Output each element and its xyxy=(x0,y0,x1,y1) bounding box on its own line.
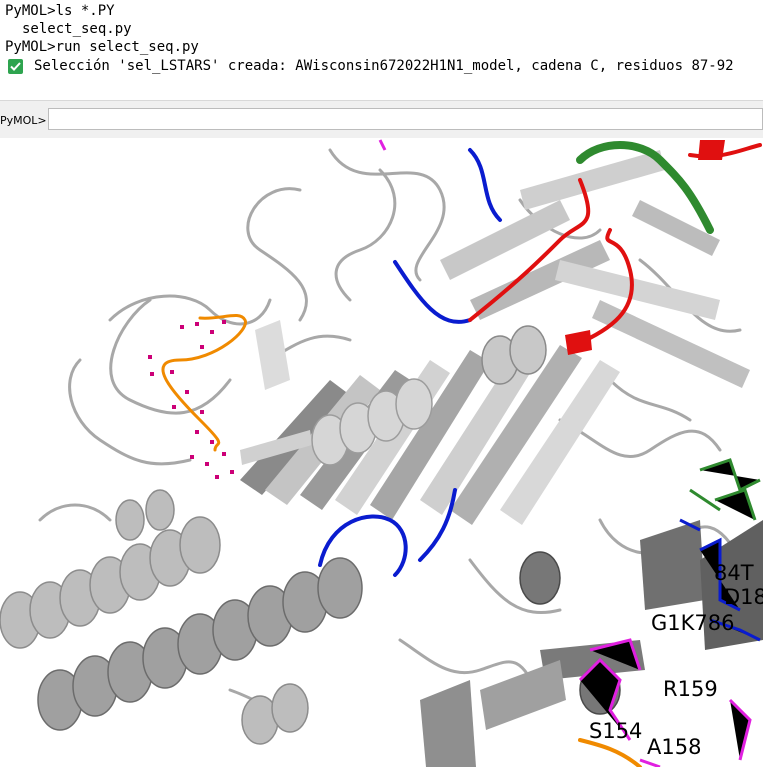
console-line: PyMOL>ls *.PY xyxy=(5,3,115,19)
console-line: PyMOL>run select_seq.py xyxy=(5,39,199,55)
residue-label: R159 xyxy=(663,677,718,701)
green-sticks xyxy=(689,458,761,521)
molecular-viewport[interactable]: 84T D18 G1K786 R159 S154 A158 xyxy=(0,138,763,767)
output-console: PyMOL>ls *.PY select_seq.py PyMOL>run se… xyxy=(0,0,763,100)
command-input[interactable] xyxy=(48,108,763,130)
command-prompt-label: PyMOL> xyxy=(0,114,47,127)
residue-label: 84T xyxy=(714,561,754,585)
protein-render: 84T D18 G1K786 R159 S154 A158 xyxy=(0,139,763,767)
selection-message: Selección 'sel_LSTARS' creada: AWisconsi… xyxy=(34,58,734,74)
residue-label: S154 xyxy=(589,719,642,743)
residue-label: A158 xyxy=(647,735,701,759)
check-box-icon xyxy=(8,59,23,74)
residue-label: G1K786 xyxy=(651,611,735,635)
command-bar: PyMOL> xyxy=(0,100,763,139)
console-line: select_seq.py xyxy=(22,21,132,37)
selection-markers xyxy=(148,320,234,479)
residue-label: D18 xyxy=(724,585,763,609)
